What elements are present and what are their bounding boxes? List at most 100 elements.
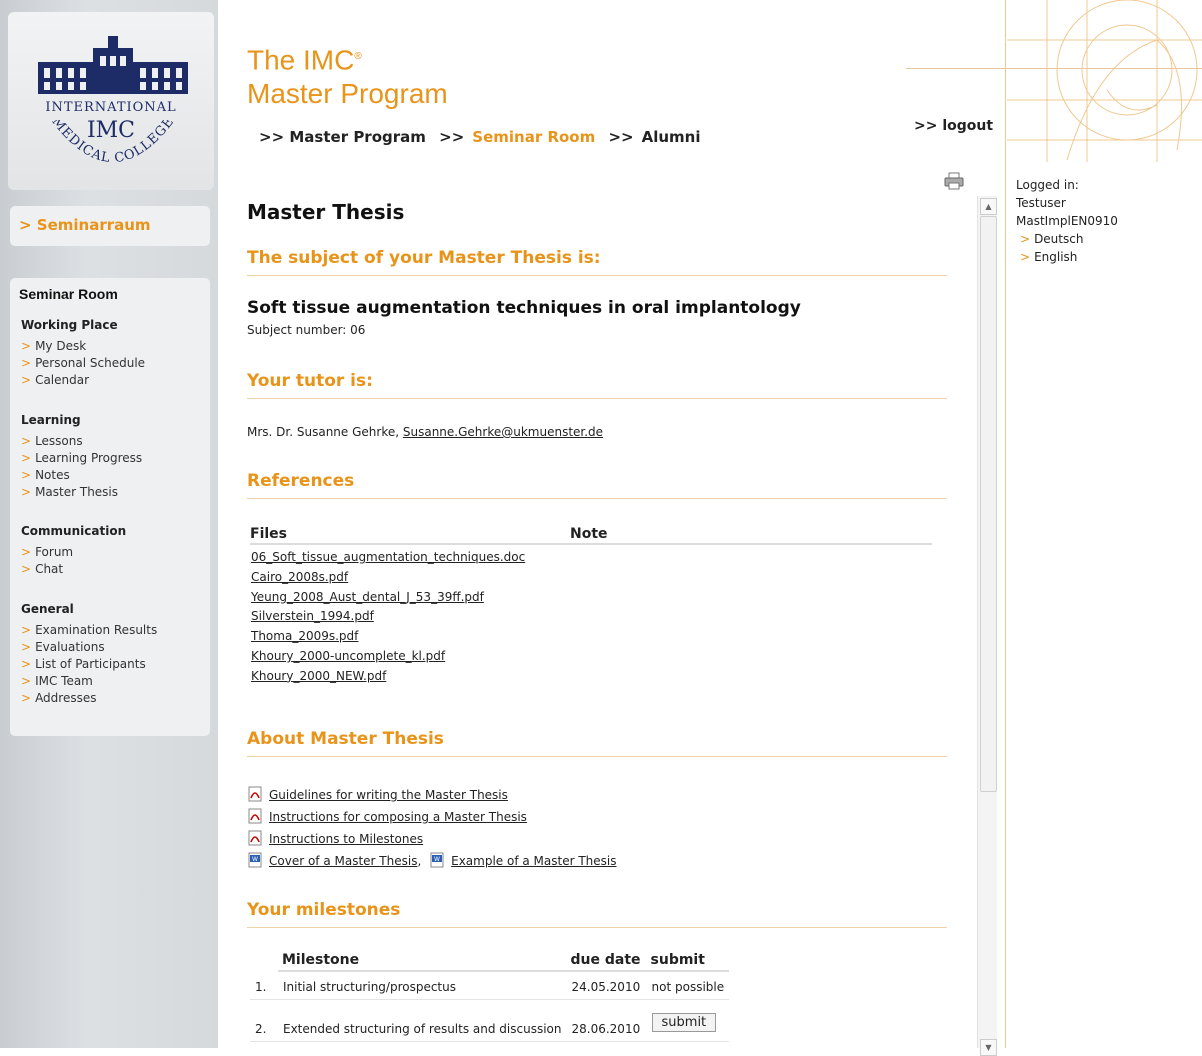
language-deutsch[interactable]: > Deutsch bbox=[1016, 230, 1118, 248]
seminarraum-link[interactable]: > Seminarraum bbox=[19, 216, 151, 234]
word-file-icon: W bbox=[430, 852, 444, 868]
program-brand: The IMC® Master Program bbox=[247, 40, 448, 111]
sidebar-item-learning-progress[interactable]: > Learning Progress bbox=[21, 450, 142, 467]
page-title: Master Thesis bbox=[247, 200, 405, 224]
arrow-icon: > bbox=[21, 451, 32, 465]
sidebar-item-addresses[interactable]: > Addresses bbox=[21, 690, 157, 707]
svg-text:W: W bbox=[252, 856, 258, 863]
menu-group-working-place: Working Place > My Desk > Personal Schedul… bbox=[21, 318, 145, 389]
arrow-icon: > bbox=[21, 640, 32, 654]
file-link[interactable]: 06_Soft_tissue_augmentation_techniques.d… bbox=[251, 548, 931, 568]
milestones-header-row: Milestone due date submit bbox=[250, 952, 730, 972]
file-link[interactable]: Cairo_2008s.pdf bbox=[251, 568, 931, 588]
milestone-submit-status: not possible bbox=[646, 971, 730, 1000]
arrow-icon: > bbox=[1020, 232, 1031, 246]
sidebar-item-notes[interactable]: > Notes bbox=[21, 467, 142, 484]
nav-prefix: >> bbox=[608, 128, 634, 146]
references-header-row: Files Note bbox=[250, 526, 932, 545]
example-link[interactable]: Example of a Master Thesis bbox=[451, 854, 616, 868]
subject-title: Soft tissue augmentation techniques in o… bbox=[247, 298, 801, 318]
file-link[interactable]: Thoma_2009s.pdf bbox=[251, 627, 931, 647]
arrow-icon: > bbox=[1020, 250, 1031, 264]
about-heading: About Master Thesis bbox=[247, 729, 947, 757]
arrow-icon: > bbox=[21, 623, 32, 637]
pdf-file-icon bbox=[248, 786, 262, 802]
about-item: Instructions to Milestones bbox=[247, 828, 616, 850]
sidebar-item-imc-team[interactable]: > IMC Team bbox=[21, 673, 157, 690]
logout-link[interactable]: >> logout bbox=[914, 118, 993, 134]
college-logo[interactable]: INTERNATIONAL IMC MEDICAL COLLEGE bbox=[8, 12, 214, 190]
scroll-up-icon[interactable]: ▲ bbox=[980, 198, 997, 215]
tutor-email-link[interactable]: Susanne.Gehrke@ukmuenster.de bbox=[403, 425, 603, 439]
arrow-icon: > bbox=[21, 674, 32, 688]
seminar-room-menu: Seminar Room Working Place > My Desk > Per… bbox=[10, 278, 210, 736]
sidebar-item-master-thesis[interactable]: > Master Thesis bbox=[21, 484, 142, 501]
cover-link[interactable]: Cover of a Master Thesis bbox=[269, 854, 417, 868]
subject-heading: The subject of your Master Thesis is: bbox=[247, 248, 947, 276]
about-item: Instructions for composing a Master Thes… bbox=[247, 806, 616, 828]
about-item: Guidelines for writing the Master Thesis bbox=[247, 784, 616, 806]
file-link[interactable]: Khoury_2000-uncomplete_kl.pdf bbox=[251, 647, 931, 667]
file-link[interactable]: Yeung_2008_Aust_dental_J_53_39ff.pdf bbox=[251, 588, 931, 608]
subject-number: Subject number: 06 bbox=[247, 323, 366, 337]
sidebar-item-chat[interactable]: > Chat bbox=[21, 561, 126, 578]
nav-item-seminar-room[interactable]: Seminar Room bbox=[472, 128, 595, 146]
menu-group-communication: Communication > Forum > Chat bbox=[21, 524, 126, 578]
sidebar-item-forum[interactable]: > Forum bbox=[21, 544, 126, 561]
file-link[interactable]: Khoury_2000_NEW.pdf bbox=[251, 667, 931, 687]
menu-group-title: Working Place bbox=[21, 318, 118, 332]
right-panel-divider bbox=[1005, 0, 1006, 1048]
arrow-icon: > bbox=[21, 373, 32, 387]
language-english[interactable]: > English bbox=[1016, 248, 1118, 266]
arrow-icon: > bbox=[21, 356, 32, 370]
sidebar-item-examination-results[interactable]: > Examination Results bbox=[21, 622, 157, 639]
milestone-name: Initial structuring/prospectus bbox=[278, 971, 567, 1000]
sidebar-item-lessons[interactable]: > Lessons bbox=[21, 433, 142, 450]
tutor-heading: Your tutor is: bbox=[247, 371, 947, 399]
nav-prefix: >> bbox=[439, 128, 465, 146]
guidelines-link[interactable]: Guidelines for writing the Master Thesis bbox=[269, 788, 508, 802]
arrow-icon: > bbox=[21, 339, 32, 353]
arrow-icon: > bbox=[21, 562, 32, 576]
print-icon[interactable] bbox=[944, 172, 964, 190]
user-group: MastImplEN0910 bbox=[1016, 214, 1118, 228]
menu-group-title: Communication bbox=[21, 524, 127, 538]
due-date-column-header: due date bbox=[566, 952, 647, 972]
vitruvian-decoration-icon bbox=[1007, 0, 1202, 162]
about-links: Guidelines for writing the Master Thesis… bbox=[247, 784, 616, 872]
sidebar-item-calendar[interactable]: > Calendar bbox=[21, 372, 145, 389]
menu-group-general: General > Examination Results > Evaluation… bbox=[21, 602, 157, 707]
pdf-file-icon bbox=[248, 830, 262, 846]
logo-text-international: INTERNATIONAL bbox=[45, 100, 177, 115]
login-info: Logged in: Testuser MastImplEN0910 > Deut… bbox=[1016, 176, 1118, 266]
sidebar-item-personal-schedule[interactable]: > Personal Schedule bbox=[21, 355, 145, 372]
sidebar-item-my-desk[interactable]: > My Desk bbox=[21, 338, 145, 355]
about-item: W Cover of a Master Thesis, W Example of a… bbox=[247, 850, 616, 872]
nav-item-alumni[interactable]: Alumni bbox=[642, 128, 701, 146]
menu-group-title: General bbox=[21, 602, 74, 616]
arrow-icon: > bbox=[21, 434, 32, 448]
arrow-icon: > bbox=[21, 691, 32, 705]
user-name: Testuser bbox=[1016, 196, 1066, 210]
milestone-number: 2. bbox=[250, 999, 278, 1042]
tutor-line: Mrs. Dr. Susanne Gehrke, Susanne.Gehrke@… bbox=[247, 425, 603, 439]
milestone-column-header: Milestone bbox=[278, 952, 567, 972]
file-link[interactable]: Silverstein_1994.pdf bbox=[251, 607, 931, 627]
menu-title: Seminar Room bbox=[19, 286, 118, 302]
content-scrollbar[interactable]: ▲ ▼ bbox=[977, 196, 997, 1056]
submit-button[interactable]: submit bbox=[651, 1012, 717, 1032]
tutor-name: Mrs. Dr. Susanne Gehrke, bbox=[247, 425, 400, 439]
sidebar-item-evaluations[interactable]: > Evaluations bbox=[21, 639, 157, 656]
scroll-thumb[interactable] bbox=[980, 216, 997, 792]
nav-item-master-program[interactable]: Master Program bbox=[289, 128, 426, 146]
menu-group-learning: Learning > Lessons > Learning Progress > No… bbox=[21, 413, 142, 501]
submit-column-header: submit bbox=[646, 952, 730, 972]
brand-line2: Master Program bbox=[247, 78, 448, 110]
instructions-milestones-link[interactable]: Instructions to Milestones bbox=[269, 832, 423, 846]
logged-in-label: Logged in: bbox=[1016, 178, 1079, 192]
milestones-table: Milestone due date submit 1. Initial str… bbox=[250, 952, 730, 1042]
references-heading: References bbox=[247, 471, 947, 499]
instructions-composing-link[interactable]: Instructions for composing a Master Thes… bbox=[269, 810, 527, 824]
milestones-heading: Your milestones bbox=[247, 900, 947, 928]
sidebar-item-list-of-participants[interactable]: > List of Participants bbox=[21, 656, 157, 673]
